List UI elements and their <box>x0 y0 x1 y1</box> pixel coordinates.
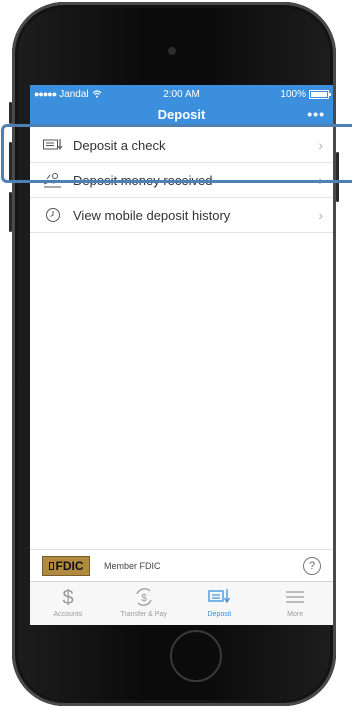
front-camera <box>168 47 176 55</box>
svg-text:$: $ <box>62 587 73 608</box>
dollar-icon: $ <box>62 587 73 608</box>
clock-icon <box>42 205 64 225</box>
fdic-bar: FDIC Member FDIC ? <box>30 549 333 581</box>
menu-item-label: View mobile deposit history <box>73 207 231 223</box>
tab-bar: $ Accounts $ Transfer & Pay Deposit More <box>30 581 333 625</box>
member-fdic-text: Member FDIC <box>104 560 161 571</box>
home-button[interactable] <box>170 630 222 682</box>
fdic-logo-mark <box>48 561 54 570</box>
page-title: Deposit <box>157 107 206 122</box>
battery-percent: 100% <box>280 88 306 100</box>
tab-more[interactable]: More <box>257 582 333 625</box>
battery-icon <box>309 89 331 99</box>
tab-deposit[interactable]: Deposit <box>182 582 258 625</box>
tab-accounts[interactable]: $ Accounts <box>30 582 106 625</box>
fdic-logo-text: FDIC <box>55 558 84 573</box>
tab-label: Deposit <box>207 611 232 618</box>
tab-label: Accounts <box>53 611 83 618</box>
chevron-right-icon: › <box>318 207 323 223</box>
menu-icon <box>286 591 305 603</box>
svg-text:$: $ <box>141 593 147 604</box>
carrier-name: Jandal <box>59 88 89 100</box>
help-icon[interactable]: ? <box>303 557 321 575</box>
nav-bar: Deposit ••• <box>30 103 333 126</box>
deposit-icon <box>208 589 231 604</box>
fdic-logo: FDIC <box>42 555 90 576</box>
wifi-icon <box>92 90 102 98</box>
more-options-icon[interactable]: ••• <box>307 106 325 122</box>
signal-icon: ●●●●● <box>34 89 57 99</box>
status-bar: ●●●●● Jandal 2:00 AM 100% <box>30 85 333 103</box>
menu-item-deposit-history[interactable]: View mobile deposit history › <box>30 198 333 233</box>
highlight-box <box>1 124 352 183</box>
mute-switch <box>9 102 12 124</box>
tab-label: Transfer & Pay <box>120 611 167 618</box>
volume-down-button <box>9 192 12 232</box>
tab-transfer-pay[interactable]: $ Transfer & Pay <box>106 582 182 625</box>
transfer-icon: $ <box>136 588 152 606</box>
tab-label: More <box>287 611 304 618</box>
